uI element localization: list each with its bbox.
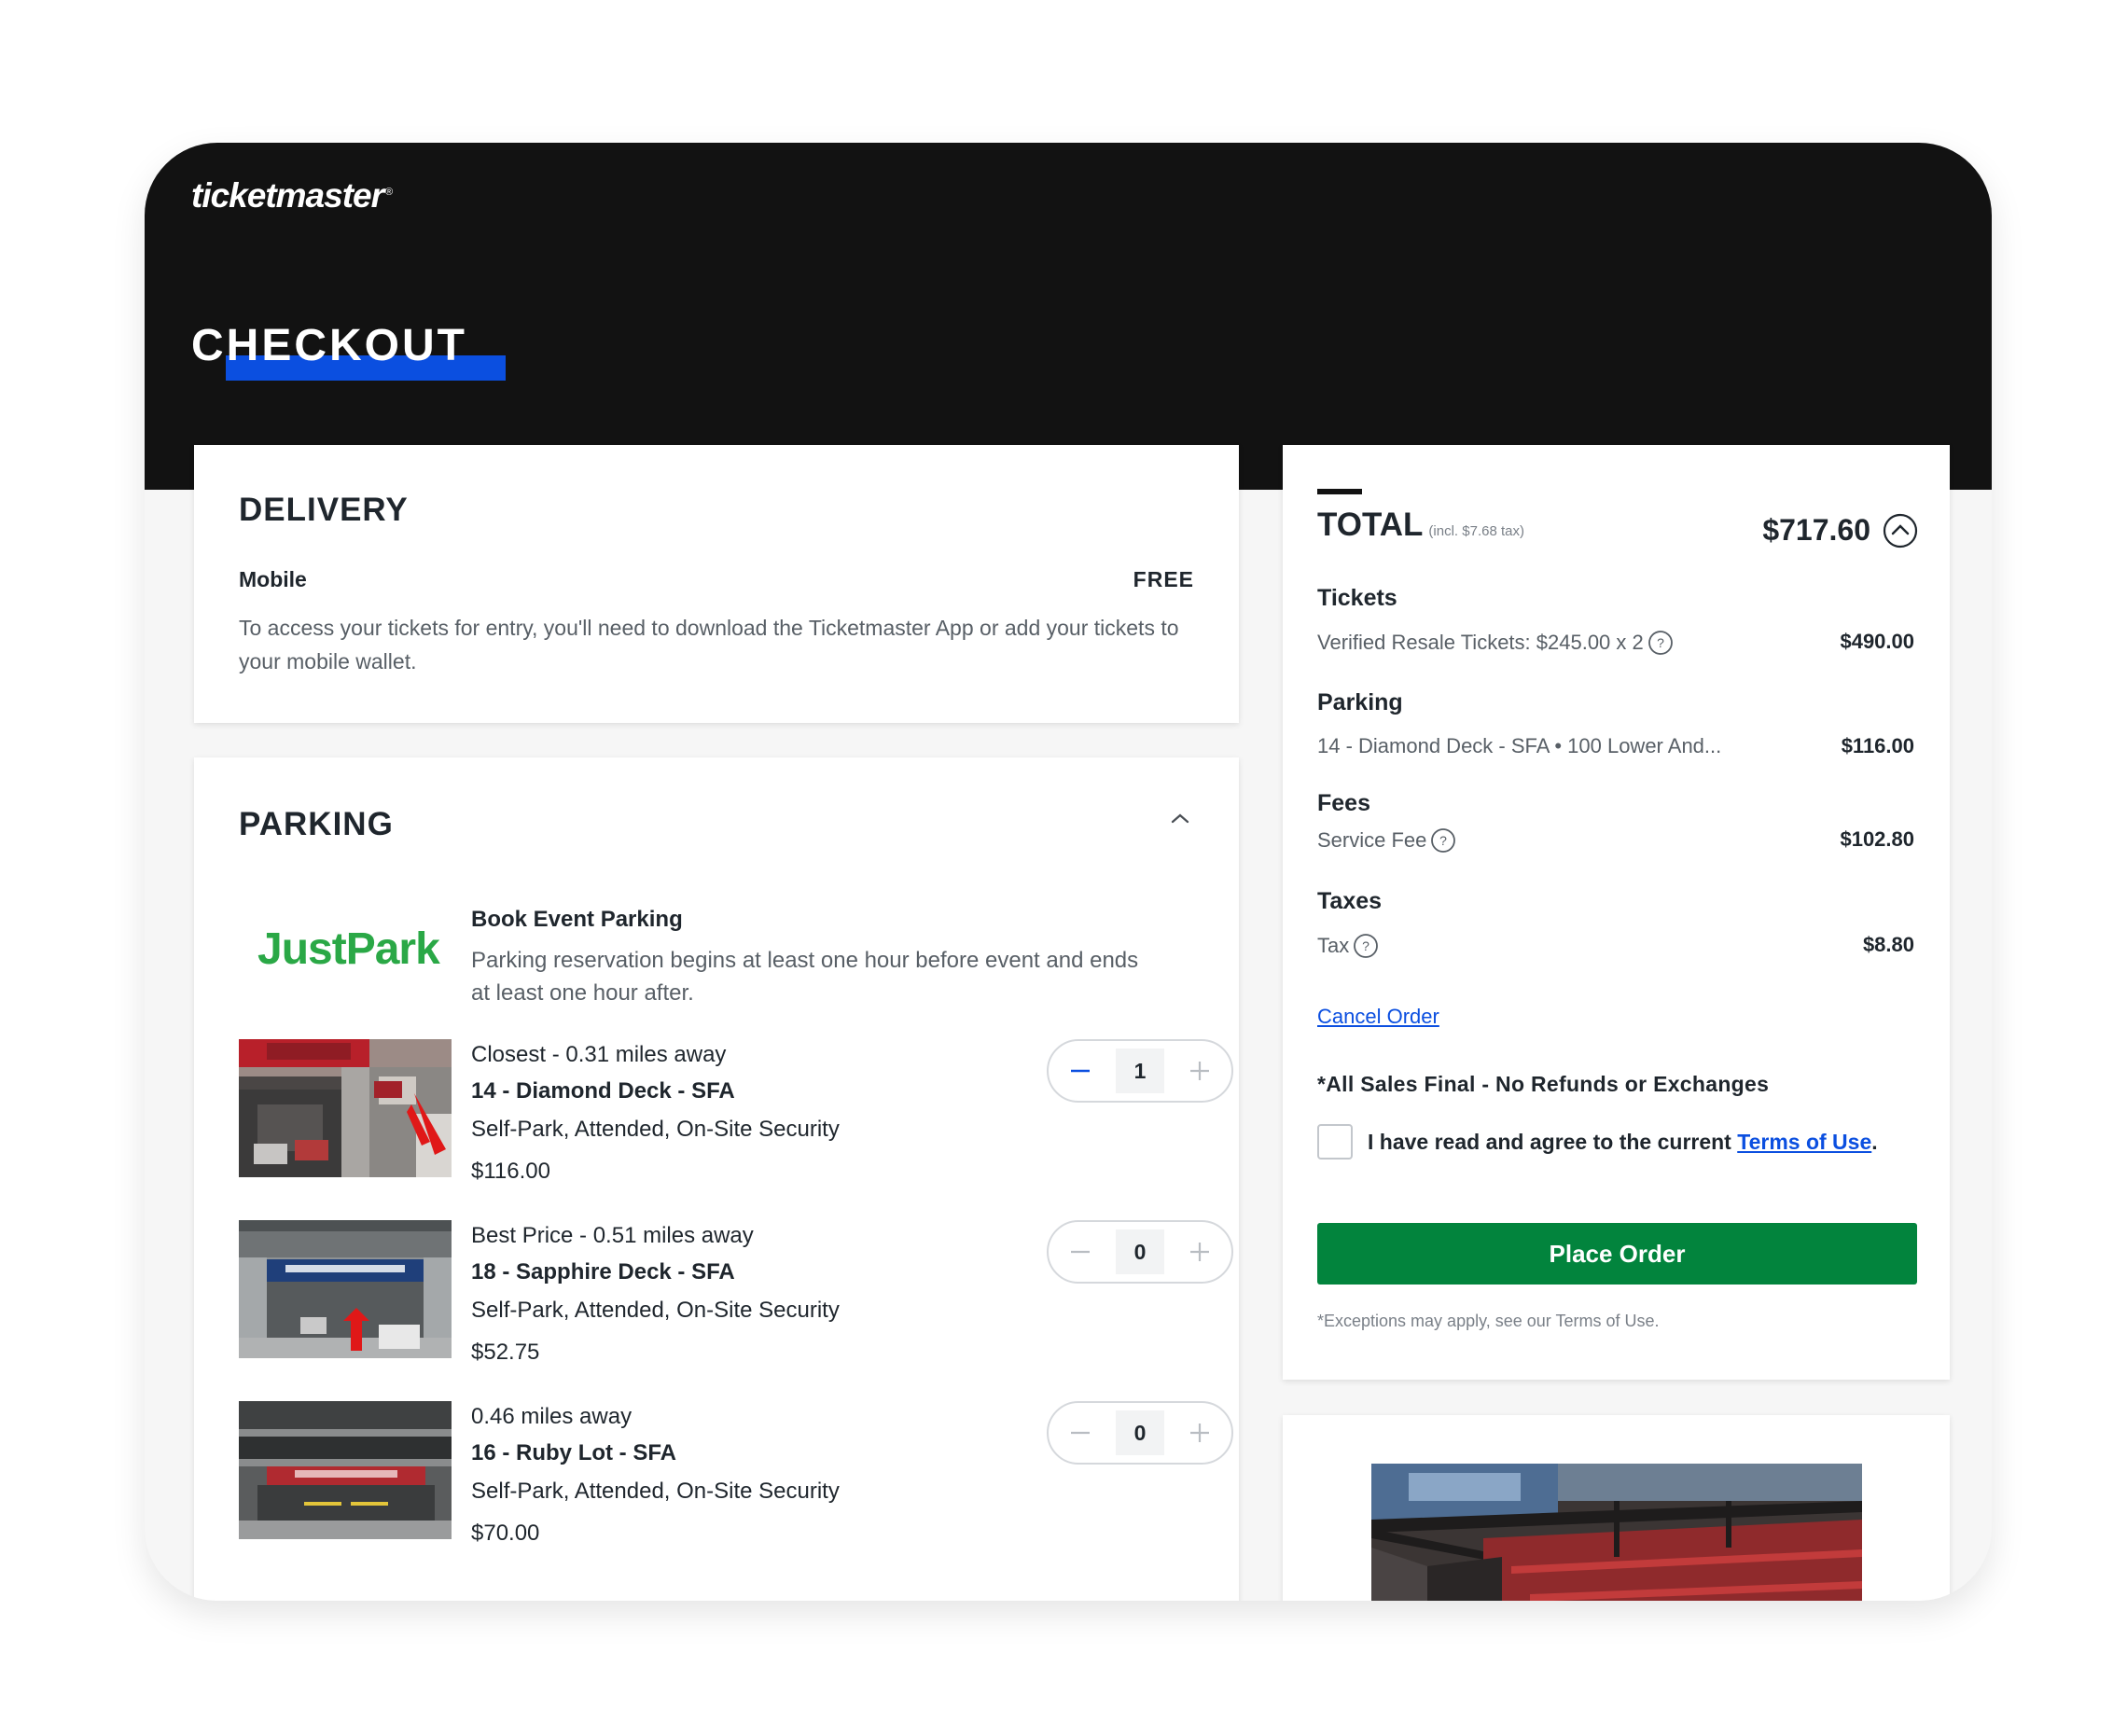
lot-name: 16 - Ruby Lot - SFA: [471, 1440, 677, 1465]
help-icon[interactable]: ?: [1647, 630, 1674, 656]
terms-agreement-text: I have read and agree to the current Ter…: [1368, 1130, 1878, 1154]
delivery-card: DELIVERY Mobile FREE To access your tick…: [194, 445, 1239, 723]
venue-card: [1283, 1415, 1950, 1601]
minus-icon: [1071, 1250, 1090, 1254]
quantity-value[interactable]: 0: [1116, 1410, 1164, 1455]
plus-icon: [1190, 1424, 1209, 1442]
quantity-stepper: 0: [1047, 1401, 1233, 1465]
svg-text:?: ?: [1362, 938, 1369, 953]
tickets-line-label: Verified Resale Tickets: $245.00 x 2 ?: [1317, 630, 1674, 656]
increase-button[interactable]: [1172, 1041, 1228, 1101]
decrease-button[interactable]: [1052, 1403, 1108, 1463]
total-amount: $717.60: [1762, 513, 1870, 547]
help-icon[interactable]: ?: [1353, 933, 1379, 959]
terms-checkbox[interactable]: [1317, 1124, 1353, 1160]
parking-lot-item: 0.46 miles away 16 - Ruby Lot - SFA Self…: [239, 1401, 1233, 1569]
parking-group-title: Parking: [1317, 689, 1403, 715]
quantity-stepper: 1: [1047, 1039, 1233, 1103]
lot-photo: [239, 1039, 452, 1177]
book-parking-description: Parking reservation begins at least one …: [471, 948, 1139, 1006]
lot-distance: Closest - 0.31 miles away: [471, 1042, 727, 1067]
tickets-group-title: Tickets: [1317, 585, 1397, 611]
parking-collapse-button[interactable]: [1157, 795, 1203, 841]
parking-line-value: $116.00: [1841, 734, 1914, 757]
cancel-order-link[interactable]: Cancel Order: [1317, 1005, 1439, 1029]
delivery-price: FREE: [1133, 567, 1194, 591]
delivery-description: To access your tickets for entry, you'll…: [239, 616, 1179, 674]
exceptions-note: *Exceptions may apply, see our Terms of …: [1317, 1312, 1660, 1330]
total-accent-dash: [1317, 489, 1362, 494]
tax-note: (incl. $7.68 tax): [1428, 523, 1524, 539]
book-parking-title: Book Event Parking: [471, 907, 683, 932]
parking-title: PARKING: [239, 806, 394, 842]
sales-final-note: *All Sales Final - No Refunds or Exchang…: [1317, 1072, 1770, 1096]
increase-button[interactable]: [1172, 1222, 1228, 1282]
lot-photo: [239, 1401, 452, 1539]
total-label: TOTAL (incl. $7.68 tax): [1317, 507, 1524, 543]
taxes-line-value: $8.80: [1862, 933, 1914, 956]
lot-price: $52.75: [471, 1340, 540, 1365]
svg-text:?: ?: [1439, 833, 1447, 848]
place-order-button[interactable]: Place Order: [1317, 1223, 1917, 1285]
taxes-line-label: Tax ?: [1317, 933, 1379, 959]
parking-lot-item: Closest - 0.31 miles away 14 - Diamond D…: [239, 1039, 1233, 1207]
parking-card: PARKING JustPark Book Event Parking Park…: [194, 757, 1239, 1601]
lot-distance: Best Price - 0.51 miles away: [471, 1223, 754, 1248]
lot-name: 14 - Diamond Deck - SFA: [471, 1078, 735, 1104]
taxes-line: Tax ? $8.80: [1317, 933, 1914, 965]
lot-features: Self-Park, Attended, On-Site Security: [471, 1117, 840, 1142]
fees-group-title: Fees: [1317, 790, 1370, 816]
page-title: CHECKOUT: [191, 321, 467, 370]
lot-features: Self-Park, Attended, On-Site Security: [471, 1298, 840, 1323]
venue-photo: [1371, 1464, 1862, 1601]
lot-photo: [239, 1220, 452, 1358]
increase-button[interactable]: [1172, 1403, 1228, 1463]
tickets-line-value: $490.00: [1840, 630, 1914, 653]
fees-line-label: Service Fee ?: [1317, 827, 1456, 854]
chevron-up-icon: [1171, 813, 1189, 824]
lot-details: Closest - 0.31 miles away 14 - Diamond D…: [471, 1039, 938, 1196]
lot-details: Best Price - 0.51 miles away 18 - Sapphi…: [471, 1220, 938, 1377]
tickets-line: Verified Resale Tickets: $245.00 x 2 ? $…: [1317, 630, 1914, 661]
page-header: ticketmaster ® CHECKOUT: [145, 143, 1992, 490]
total-toggle-button[interactable]: [1883, 513, 1918, 549]
parking-line-label: 14 - Diamond Deck - SFA • 100 Lower And.…: [1317, 734, 1722, 757]
quantity-value[interactable]: 0: [1116, 1229, 1164, 1274]
minus-icon: [1071, 1069, 1090, 1073]
svg-text:?: ?: [1657, 635, 1664, 650]
fees-line-value: $102.80: [1840, 827, 1914, 851]
minus-icon: [1071, 1431, 1090, 1435]
lot-price: $70.00: [471, 1521, 540, 1546]
lot-price: $116.00: [471, 1159, 550, 1184]
plus-icon: [1190, 1243, 1209, 1261]
parking-line: 14 - Diamond Deck - SFA • 100 Lower And.…: [1317, 734, 1914, 766]
decrease-button[interactable]: [1052, 1222, 1108, 1282]
taxes-group-title: Taxes: [1317, 888, 1383, 914]
lot-features: Self-Park, Attended, On-Site Security: [471, 1479, 840, 1504]
help-icon[interactable]: ?: [1430, 827, 1456, 854]
lot-distance: 0.46 miles away: [471, 1404, 633, 1429]
lot-details: 0.46 miles away 16 - Ruby Lot - SFA Self…: [471, 1401, 938, 1558]
quantity-stepper: 0: [1047, 1220, 1233, 1284]
plus-icon: [1190, 1062, 1209, 1080]
quantity-value[interactable]: 1: [1116, 1049, 1164, 1093]
terms-of-use-link[interactable]: Terms of Use: [1737, 1130, 1871, 1154]
chevron-up-circle-icon: [1883, 513, 1918, 549]
lot-name: 18 - Sapphire Deck - SFA: [471, 1259, 735, 1285]
delivery-title: DELIVERY: [239, 492, 409, 528]
fees-line: Service Fee ? $102.80: [1317, 827, 1914, 859]
decrease-button[interactable]: [1052, 1041, 1108, 1101]
ticketmaster-logo[interactable]: ticketmaster ®: [191, 176, 393, 215]
delivery-method: Mobile: [239, 567, 307, 591]
order-summary-card: TOTAL (incl. $7.68 tax) $717.60 Tickets V…: [1283, 445, 1950, 1380]
justpark-logo: JustPark: [257, 924, 440, 974]
parking-lot-item: Best Price - 0.51 miles away 18 - Sapphi…: [239, 1220, 1233, 1388]
checkout-window: ticketmaster ® CHECKOUT DELIVERY Mobile F…: [145, 143, 1992, 1601]
